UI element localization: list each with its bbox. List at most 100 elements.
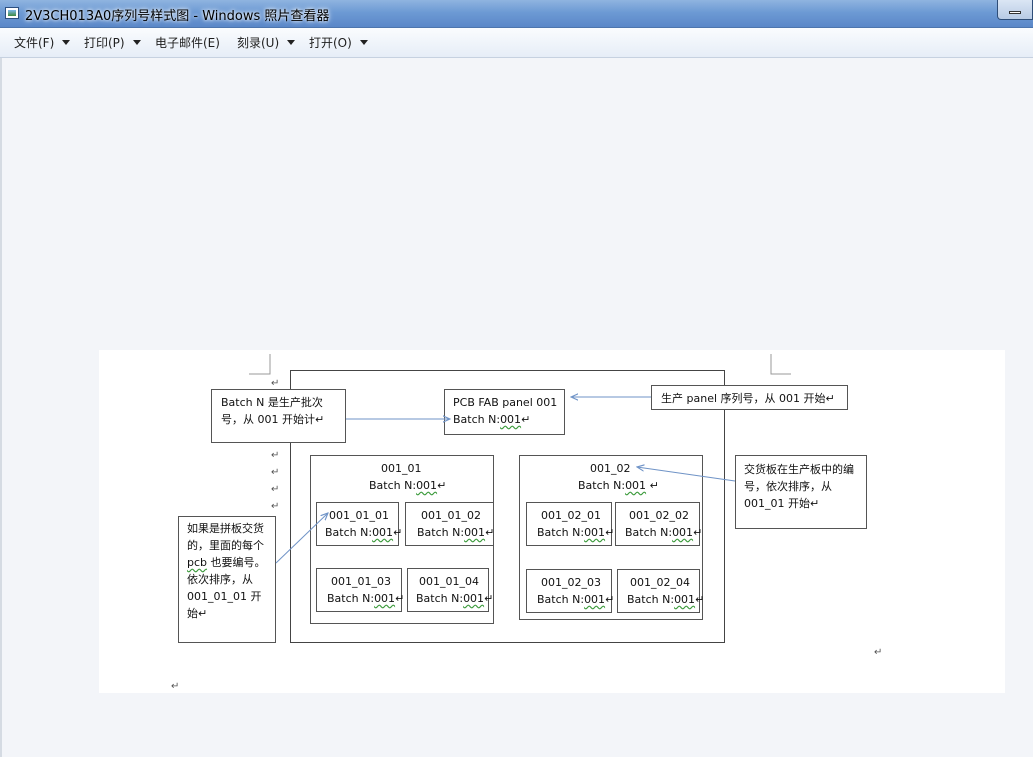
group-001-02: 001_02 Batch N:001 ↵ 001_02_01 Batch N:0…: [519, 455, 704, 620]
menu-email-label: 电子邮件(E): [155, 36, 220, 50]
board-batch-value: 001: [374, 592, 396, 605]
board-001-01-01: 001_01_01 Batch N:001↵: [316, 502, 403, 546]
paragraph-mark: ↵: [171, 681, 180, 692]
group-id: 001_01: [381, 462, 422, 475]
board-id: 001_01_03: [331, 575, 391, 588]
board-001-02-04: 001_02_04 Batch N:001↵: [617, 569, 704, 613]
panel-batch-value: 001: [500, 413, 522, 426]
panel-title: PCB FAB panel 001: [453, 396, 558, 409]
board-id: 001_02_03: [541, 576, 601, 589]
board-id: 001_02_04: [630, 576, 690, 589]
paragraph-mark: ↵: [605, 593, 615, 606]
group-batch-label: Batch N:: [578, 479, 626, 492]
paragraph-mark: ↵: [874, 647, 883, 658]
board-batch-value: 001: [584, 593, 606, 606]
photo-viewer-app-icon: [5, 7, 19, 19]
group-id: 001_02: [590, 462, 631, 475]
chevron-down-icon: [132, 40, 141, 45]
board-batch-label: Batch N:: [625, 526, 673, 539]
board-id: 001_01_04: [419, 575, 479, 588]
board-batch-label: Batch N:: [627, 593, 675, 606]
pcb-fab-panel-box: PCB FAB panel 001 Batch N:001↵: [444, 389, 565, 435]
pcb-note-text-a: 如果是拼板交货的，里面的每个: [187, 522, 264, 552]
panel-serial-note: 生产 panel 序列号，从 001 开始↵: [651, 385, 848, 410]
board-001-02-01: 001_02_01 Batch N:001↵: [526, 502, 614, 546]
board-batch-line: Batch N:001↵: [416, 592, 493, 605]
paragraph-mark: ↵: [695, 593, 705, 606]
chevron-down-icon: [62, 40, 71, 45]
menu-burn-label: 刻录(U): [237, 36, 280, 50]
board-batch-line: Batch N:001↵: [627, 593, 704, 606]
window-title: 2V3CH013A0序列号样式图 - Windows 照片查看器: [25, 9, 330, 24]
board-batch-line: Batch N:001↵: [537, 526, 614, 539]
board-batch-label: Batch N:: [327, 592, 375, 605]
panel-serial-note-text: 生产 panel 序列号，从 001 开始: [661, 392, 826, 405]
paragraph-mark: ↵: [198, 607, 208, 620]
title-bar: 2V3CH013A0序列号样式图 - Windows 照片查看器: [0, 0, 1033, 28]
page-corner-mark-right: [770, 354, 791, 375]
paragraph-mark: ↵: [605, 526, 615, 539]
displayed-image: ↵ ↵ ↵ ↵ ↵ ↵ ↵ Batch N 是生产批次号，从 001 开始计↵ …: [99, 350, 1005, 693]
chevron-down-icon: [359, 40, 368, 45]
menu-open-label: 打开(O): [309, 36, 352, 50]
panel-batch-label: Batch N:: [453, 413, 501, 426]
paragraph-mark: ↵: [395, 592, 405, 605]
menu-open[interactable]: 打开(O): [309, 28, 368, 58]
menu-print[interactable]: 打印(P): [84, 28, 141, 58]
group-batch-line: Batch N:001 ↵: [578, 479, 659, 492]
board-batch-line: Batch N:001↵: [327, 592, 404, 605]
board-001-02-03: 001_02_03 Batch N:001↵: [526, 569, 614, 613]
board-batch-value: 001: [463, 592, 485, 605]
paragraph-mark: ↵: [271, 484, 280, 495]
paragraph-mark: ↵: [484, 592, 494, 605]
menu-file-label: 文件(F): [14, 36, 55, 50]
delivery-board-note: 交货板在生产板中的编号，依次排序，从 001_01 开始↵: [735, 455, 867, 529]
board-batch-label: Batch N:: [537, 526, 585, 539]
paragraph-mark: ↵: [693, 526, 703, 539]
board-001-02-02: 001_02_02 Batch N:001↵: [615, 502, 702, 546]
board-id: 001_02_01: [541, 509, 601, 522]
menu-bar: 文件(F) 打印(P) 电子邮件(E) 刻录(U) 打开(O): [0, 28, 1033, 58]
panel-batch-line: Batch N:001↵: [453, 413, 530, 426]
board-id: 001_02_02: [629, 509, 689, 522]
paragraph-mark: ↵: [649, 479, 659, 492]
board-batch-value: 001: [672, 526, 694, 539]
board-id: 001_01_02: [421, 509, 481, 522]
board-001-01-02: 001_01_02 Batch N:001↵: [405, 502, 494, 546]
board-batch-label: Batch N:: [417, 526, 465, 539]
board-batch-value: 001: [584, 526, 606, 539]
menu-email[interactable]: 电子邮件(E): [155, 28, 220, 58]
board-batch-line: Batch N:001↵: [537, 593, 614, 606]
batch-number-note: Batch N 是生产批次号，从 001 开始计↵: [211, 389, 346, 443]
board-batch-label: Batch N:: [325, 526, 373, 539]
board-batch-value: 001: [372, 526, 394, 539]
delivery-board-note-text: 交货板在生产板中的编号，依次排序，从 001_01 开始: [744, 463, 854, 510]
board-batch-line: Batch N:001↵: [625, 526, 702, 539]
pcb-numbering-note: 如果是拼板交货的，里面的每个 pcb 也要编号。依次排序，从 001_01_01…: [178, 516, 276, 643]
board-batch-label: Batch N:: [537, 593, 585, 606]
board-batch-value: 001: [464, 526, 486, 539]
board-001-01-04: 001_01_04 Batch N:001↵: [407, 568, 493, 612]
paragraph-mark: ↵: [485, 526, 495, 539]
group-001-01: 001_01 Batch N:001↵ 001_01_01 Batch N:00…: [310, 455, 494, 624]
menu-print-label: 打印(P): [84, 36, 125, 50]
paragraph-mark: ↵: [315, 413, 325, 426]
menu-file[interactable]: 文件(F): [14, 28, 71, 58]
board-batch-line: Batch N:001↵: [417, 526, 494, 539]
menu-burn[interactable]: 刻录(U): [237, 28, 296, 58]
paragraph-mark: ↵: [271, 501, 280, 512]
board-id: 001_01_01: [329, 509, 389, 522]
group-batch-value: 001: [416, 479, 438, 492]
paragraph-mark: ↵: [393, 526, 403, 539]
page-corner-mark-left: [249, 354, 271, 375]
paragraph-mark: ↵: [271, 378, 280, 389]
paragraph-mark: ↵: [271, 467, 280, 478]
paragraph-mark: ↵: [825, 392, 835, 405]
group-batch-value: 001: [625, 479, 647, 492]
pcb-note-word: pcb: [187, 556, 208, 569]
chevron-down-icon: [287, 40, 296, 45]
group-batch-line: Batch N:001↵: [369, 479, 446, 492]
close-button[interactable]: [997, 0, 1033, 20]
paragraph-mark: ↵: [810, 497, 820, 510]
paragraph-mark: ↵: [521, 413, 531, 426]
